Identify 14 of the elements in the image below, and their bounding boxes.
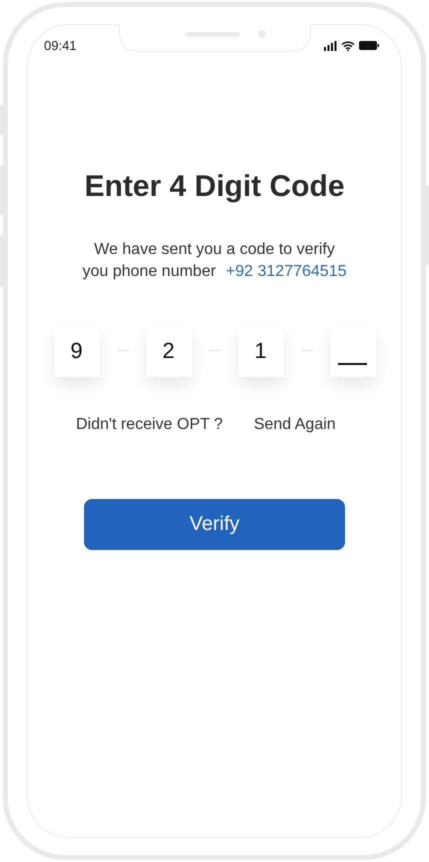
verify-button[interactable]: Verify xyxy=(84,498,345,550)
resend-question: Didn't receive OPT ? xyxy=(76,414,223,434)
status-time: 09:41 xyxy=(44,37,77,55)
send-again-link[interactable]: Send Again xyxy=(254,412,336,436)
battery-icon xyxy=(359,41,379,50)
wifi-icon xyxy=(341,40,355,51)
page-title: Enter 4 Digit Code xyxy=(84,168,345,204)
cursor-line xyxy=(338,362,367,364)
instruction-text: We have sent you a code to verify you phone number +92 3127764515 xyxy=(82,240,346,282)
code-digit-field[interactable]: 2 xyxy=(146,324,192,376)
code-digit-field[interactable]: 1 xyxy=(238,324,284,376)
code-digit-field[interactable] xyxy=(330,324,376,376)
code-digit-field[interactable]: 9 xyxy=(54,324,100,376)
signal-icon xyxy=(324,40,337,51)
